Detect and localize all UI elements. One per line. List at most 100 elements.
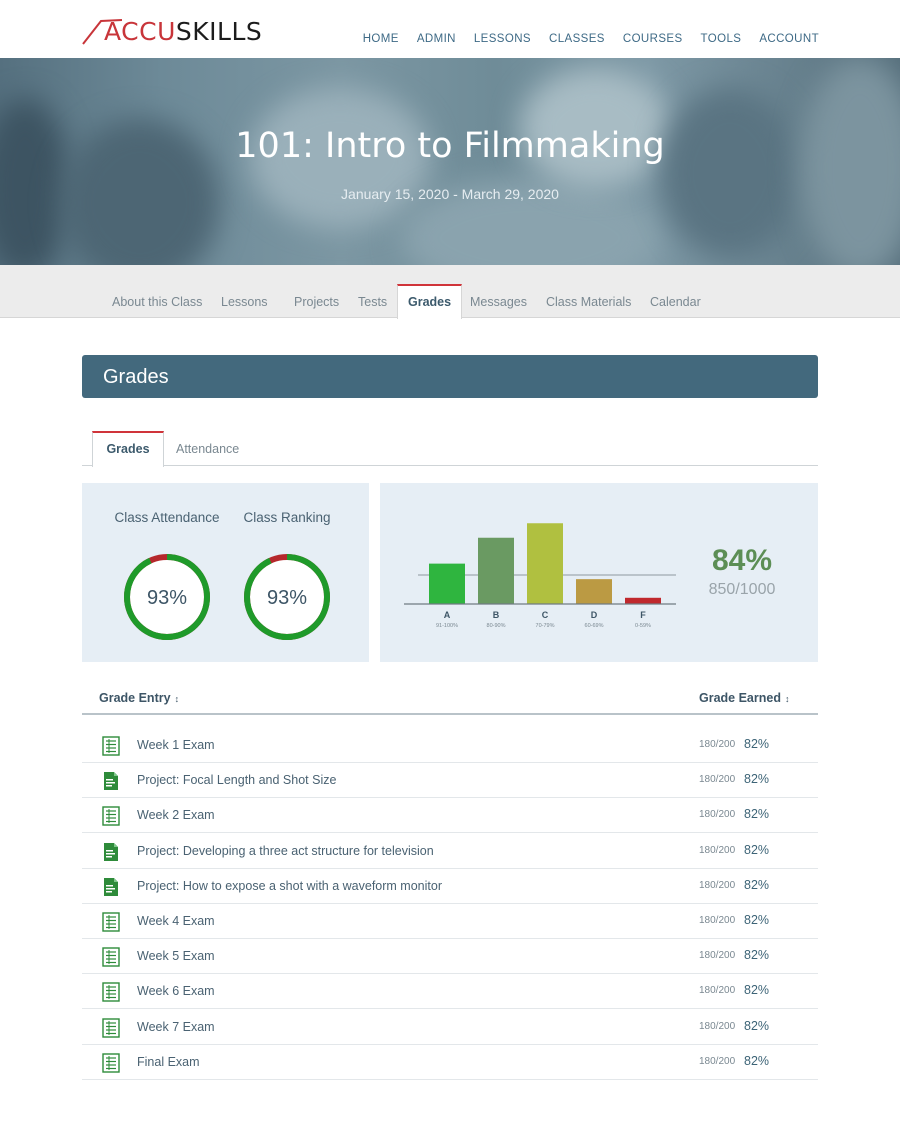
chart-bar-b xyxy=(478,537,514,604)
site-header: ACCUSKILLS HOME ADMIN LESSONS CLASSES CO… xyxy=(0,0,900,58)
grade-entry-percent: 82% xyxy=(744,1053,770,1068)
exam-sheet-icon xyxy=(102,947,120,972)
grade-entry-score: 180/200 xyxy=(699,950,736,962)
nav-classes[interactable]: CLASSES xyxy=(549,33,605,45)
chart-range-label: 80-90% xyxy=(487,623,506,629)
grade-entry-percent: 82% xyxy=(744,772,770,787)
grade-entry-score: 180/200 xyxy=(699,879,736,891)
overall-grade-score: 850/1000 xyxy=(708,581,776,598)
grade-entry-title[interactable]: Week 1 Exam xyxy=(137,738,215,752)
table-row[interactable]: Week 1 Exam 180/200 82% xyxy=(82,728,818,763)
table-row[interactable]: Final Exam 180/200 82% xyxy=(82,1045,818,1080)
table-row[interactable]: Week 5 Exam 180/200 82% xyxy=(82,939,818,975)
grades-table-header: Grade Entry ↕ Grade Earned ↕ xyxy=(82,680,818,715)
table-row[interactable]: Week 2 Exam 180/200 82% xyxy=(82,798,818,834)
sort-arrow-icon[interactable]: ↕ xyxy=(175,694,180,704)
sort-arrow-icon[interactable]: ↕ xyxy=(785,694,790,704)
table-row[interactable]: Week 6 Exam 180/200 82% xyxy=(82,974,818,1010)
logo-text-accu: ACCU xyxy=(104,17,176,46)
grade-entry-percent: 82% xyxy=(744,737,770,751)
grades-section-header: Grades xyxy=(82,355,818,398)
logo-text-skills: SKILLS xyxy=(175,17,263,46)
grade-entry-percent: 82% xyxy=(744,842,770,857)
chart-category-label: B xyxy=(493,610,500,620)
grade-entry-title[interactable]: Final Exam xyxy=(137,1055,200,1069)
grade-entry-score: 180/200 xyxy=(699,1055,736,1067)
chart-range-label: 91-100% xyxy=(436,623,458,629)
grade-entry-title[interactable]: Week 4 Exam xyxy=(137,914,215,928)
exam-sheet-icon xyxy=(102,982,120,1007)
tab-grades[interactable]: Grades xyxy=(397,284,463,319)
nav-home[interactable]: HOME xyxy=(363,33,399,45)
tab-lessons[interactable]: Lessons xyxy=(221,285,268,318)
grade-entry-score: 180/200 xyxy=(699,809,736,821)
nav-courses[interactable]: COURSES xyxy=(623,33,683,45)
table-row[interactable]: Project: Developing a three act structur… xyxy=(82,834,818,869)
nav-admin[interactable]: ADMIN xyxy=(417,33,456,45)
chart-bar-f xyxy=(625,597,661,604)
tab-class-materials[interactable]: Class Materials xyxy=(546,285,631,318)
hero-banner: 101: Intro to Filmmaking January 15, 202… xyxy=(0,58,900,265)
grade-entry-percent: 82% xyxy=(744,948,770,963)
overall-grade-percent: 84% xyxy=(711,544,773,577)
tab-calendar[interactable]: Calendar xyxy=(650,285,701,318)
grade-entry-title[interactable]: Week 6 Exam xyxy=(137,984,215,998)
attendance-label: Class Attendance xyxy=(114,510,220,525)
col-grade-earned[interactable]: Grade Earned ↕ xyxy=(699,691,789,705)
table-row[interactable]: Week 4 Exam 180/200 82% xyxy=(82,904,818,939)
grade-entry-score: 180/200 xyxy=(699,985,736,997)
grade-entry-title[interactable]: Week 2 Exam xyxy=(137,808,215,822)
grade-distribution-chart: A 91-100% B 80-90% C 70-79% D 60-69% F 0-59% xyxy=(404,523,676,629)
table-row[interactable]: Week 7 Exam 180/200 82% xyxy=(82,1010,818,1045)
chart-range-label: 70-79% xyxy=(536,623,555,629)
grade-entry-percent: 82% xyxy=(744,913,770,927)
project-doc-icon xyxy=(102,877,120,902)
grade-entry-title[interactable]: Week 5 Exam xyxy=(137,949,215,963)
grade-entry-percent: 82% xyxy=(744,807,770,822)
project-doc-icon xyxy=(102,842,120,867)
table-row[interactable]: Project: Focal Length and Shot Size 180/2… xyxy=(82,763,818,799)
grade-entry-score: 180/200 xyxy=(699,739,736,750)
grade-entry-score: 180/200 xyxy=(699,1020,736,1032)
section-title: Grades xyxy=(103,366,169,388)
tab-about-this-class[interactable]: About this Class xyxy=(112,285,202,318)
main-nav: HOME ADMIN LESSONS CLASSES COURSES TOOLS… xyxy=(363,33,819,45)
grade-entry-score: 180/200 xyxy=(699,844,736,856)
chart-category-label: F xyxy=(640,610,646,620)
chart-category-label: D xyxy=(591,610,598,620)
subtab-grades[interactable]: Grades xyxy=(92,431,164,467)
tab-messages[interactable]: Messages xyxy=(470,285,527,318)
chart-bar-d xyxy=(576,579,612,604)
subtab-attendance[interactable]: Attendance xyxy=(176,431,239,466)
grades-sub-tabs: Grades Attendance xyxy=(82,431,818,467)
chart-range-label: 60-69% xyxy=(585,623,604,629)
grade-entry-title[interactable]: Project: Focal Length and Shot Size xyxy=(137,773,336,787)
ranking-ring: 93% xyxy=(244,554,330,640)
nav-tools[interactable]: TOOLS xyxy=(701,33,742,45)
exam-sheet-icon xyxy=(102,1053,120,1078)
chart-category-label: A xyxy=(444,610,451,620)
grade-entry-percent: 82% xyxy=(744,1018,770,1033)
exam-sheet-icon xyxy=(102,1017,120,1043)
grade-entry-score: 180/200 xyxy=(699,774,736,786)
grade-entry-percent: 82% xyxy=(744,983,770,998)
grade-entry-score: 180/200 xyxy=(699,915,736,926)
grade-entry-percent: 82% xyxy=(744,877,770,892)
grade-entry-title[interactable]: Project: How to expose a shot with a wav… xyxy=(137,879,442,893)
exam-sheet-icon xyxy=(102,806,120,831)
table-row[interactable]: Project: How to expose a shot with a wav… xyxy=(82,869,818,904)
col-grade-entry[interactable]: Grade Entry ↕ xyxy=(99,691,179,705)
tab-projects[interactable]: Projects xyxy=(294,285,339,318)
chart-category-label: C xyxy=(542,610,549,620)
project-doc-icon xyxy=(102,771,120,796)
attendance-value: 93% xyxy=(147,587,187,609)
grade-entry-title[interactable]: Week 7 Exam xyxy=(137,1020,215,1034)
hero-bg-image xyxy=(0,98,70,265)
ranking-label: Class Ranking xyxy=(243,510,331,525)
tab-tests[interactable]: Tests xyxy=(358,285,387,318)
nav-lessons[interactable]: LESSONS xyxy=(474,33,531,45)
class-tabs-bar: About this Class Lessons Projects Tests … xyxy=(0,265,900,319)
nav-account[interactable]: ACCOUNT xyxy=(759,33,819,45)
exam-sheet-icon xyxy=(102,736,120,761)
grade-entry-title[interactable]: Project: Developing a three act structur… xyxy=(137,844,434,858)
